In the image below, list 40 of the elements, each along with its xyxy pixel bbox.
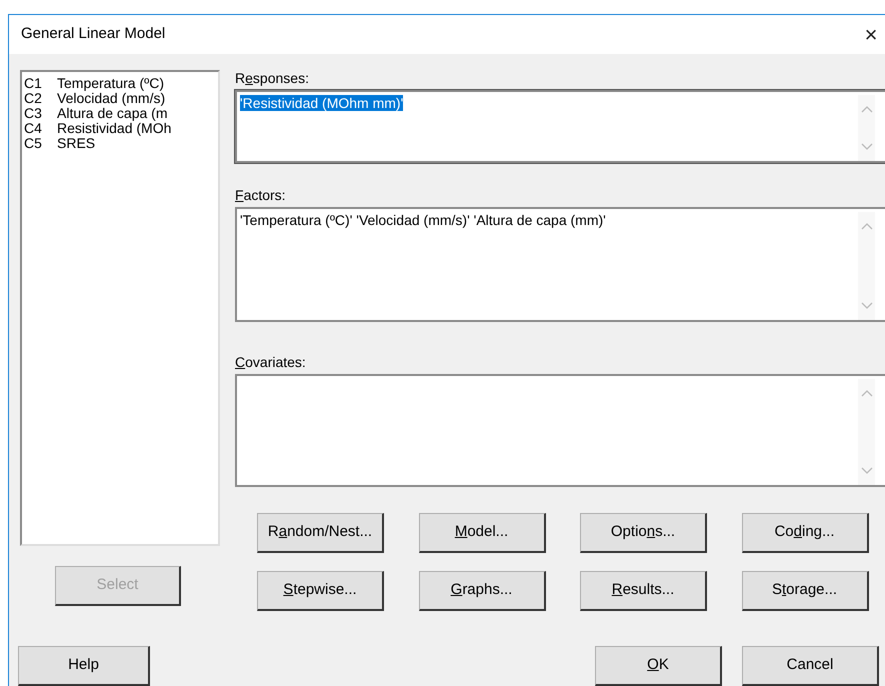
option-button[interactable]: Options... [580,513,707,553]
field-label: Factors: [235,187,287,203]
column-id[interactable]: C1 [24,76,57,91]
column-id[interactable]: C2 [24,91,57,106]
column-id[interactable]: C5 [24,136,57,151]
close-button[interactable]: × [859,24,883,46]
window-title: General Linear Model [21,24,166,44]
column-id[interactable]: C3 [24,106,57,121]
chevron-down-icon[interactable] [860,143,872,151]
input-field[interactable] [235,374,885,487]
option-button[interactable]: Storage... [742,571,868,611]
scrollbar[interactable] [858,379,875,485]
field-value: 'Resistividad (MOhm mm)' [240,95,404,111]
option-button[interactable]: Graphs... [418,571,546,611]
chevron-up-icon[interactable] [860,389,872,397]
field-value: 'Temperatura (ºC)' 'Velocidad (mm/s)' 'Altura de capa (mm)' [240,212,606,228]
option-button[interactable]: Coding... [742,513,868,553]
column-name[interactable]: Altura de capa (m [57,106,168,121]
input-field[interactable]: 'Temperatura (ºC)' 'Velocidad (mm/s)' 'Altura de capa (mm)' [235,207,885,322]
help-button[interactable]: Help [18,646,150,686]
column-name[interactable]: Resistividad (MOh [57,121,172,136]
scrollbar[interactable] [858,212,875,320]
option-button[interactable]: Results... [580,571,707,611]
option-button[interactable]: Model... [418,513,546,553]
option-button[interactable]: Stepwise... [257,571,384,611]
input-field[interactable]: 'Resistividad (MOhm mm)' [235,90,885,163]
column-name[interactable]: Velocidad (mm/s) [57,91,166,106]
column-name[interactable]: SRES [57,136,96,151]
option-button[interactable]: Random/Nest... [257,513,384,553]
chevron-down-icon[interactable] [860,467,872,475]
chevron-down-icon[interactable] [860,302,872,310]
field-label: Responses: [235,70,310,86]
chevron-up-icon[interactable] [860,105,872,113]
column-name[interactable]: Temperatura (ºC) [57,76,164,91]
cancel-button[interactable]: Cancel [742,646,879,686]
ok-button[interactable]: OK [595,646,722,686]
scrollbar[interactable] [858,95,875,161]
chevron-up-icon[interactable] [860,222,872,230]
field-label: Covariates: [235,354,307,370]
column-id[interactable]: C4 [24,121,57,136]
